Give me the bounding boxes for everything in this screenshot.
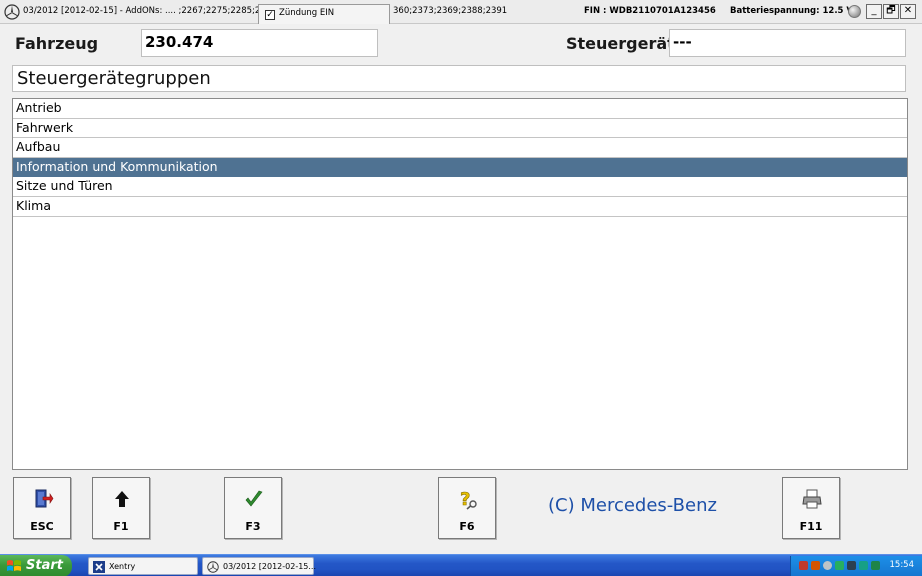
f11-button-label: F11 [799, 520, 823, 533]
minimize-button[interactable]: _ [866, 4, 882, 19]
f1-button-label: F1 [113, 520, 129, 533]
list-item[interactable]: Klima [13, 197, 907, 217]
status-led-icon [848, 5, 861, 18]
fahrzeug-label: Fahrzeug [15, 34, 99, 53]
list-item[interactable]: Fahrwerk [13, 119, 907, 139]
steuergeraet-field: --- [669, 29, 906, 57]
connection-icon[interactable] [871, 561, 880, 570]
battery-voltage: Batteriespannung: 12.5 V [730, 6, 854, 16]
f1-button[interactable]: F1 [92, 477, 150, 539]
copyright-text: (C) Mercedes-Benz [548, 495, 717, 516]
arrow-up-icon [115, 491, 129, 507]
xentry-app-icon [93, 561, 105, 573]
clock: 15:54 [889, 560, 915, 570]
steuergeraetegruppen-list: Antrieb Fahrwerk Aufbau Information und … [12, 98, 908, 470]
window-title: 03/2012 [2012-02-15] - AddONs: .... ;226… [23, 6, 261, 16]
fin-display: FIN : WDB2110701A123456 [584, 6, 716, 16]
f11-button[interactable]: F11 [782, 477, 840, 539]
security-icon[interactable] [847, 561, 856, 570]
battery-tray-icon[interactable] [859, 561, 868, 570]
antivirus-icon[interactable] [811, 561, 820, 570]
task-label: 03/2012 [2012-02-15... [223, 562, 317, 571]
title-bar: 03/2012 [2012-02-15] - AddONs: .... ;226… [0, 0, 922, 24]
help-key-icon: ? [460, 489, 477, 510]
steuergeraet-label: Steuergerät [566, 34, 675, 53]
fahrzeug-field: 230.474 [141, 29, 378, 57]
checkmark-icon [245, 490, 263, 507]
zuendung-checkbox[interactable]: ✓ Zündung EIN [258, 4, 390, 24]
zuendung-label: Zündung EIN [279, 8, 335, 18]
taskbar-item-window[interactable]: 03/2012 [2012-02-15... [202, 557, 317, 575]
checkbox-checked-icon: ✓ [265, 10, 275, 20]
esc-button[interactable]: ESC [13, 477, 71, 539]
list-item[interactable]: Sitze und Türen [13, 177, 907, 197]
windows-logo-icon [7, 560, 21, 571]
mercedes-star-icon [4, 4, 20, 20]
taskbar: Start Xentry 03/2012 [2012-02-15... 15:5… [0, 554, 922, 576]
list-item[interactable]: Information und Kommunikation [13, 157, 907, 178]
exit-door-icon [35, 489, 54, 508]
system-tray: 15:54 [790, 556, 922, 576]
restore-button[interactable]: 🗗 [883, 4, 899, 19]
start-label: Start [26, 558, 63, 573]
list-item[interactable]: Aufbau [13, 138, 907, 158]
mercedes-star-icon [207, 561, 219, 573]
taskbar-item-xentry[interactable]: Xentry [88, 557, 198, 575]
f6-button[interactable]: ? F6 [438, 477, 496, 539]
shield-icon[interactable] [823, 561, 832, 570]
f3-button[interactable]: F3 [224, 477, 282, 539]
printer-icon [802, 489, 822, 509]
addon-codes: 360;2373;2369;2388;2391 [393, 6, 508, 16]
task-label: Xentry [109, 562, 136, 571]
start-button[interactable]: Start [0, 555, 72, 576]
f6-button-label: F6 [459, 520, 475, 533]
update-icon[interactable] [835, 561, 844, 570]
group-title: Steuergerätegruppen [12, 65, 906, 92]
close-button[interactable]: ✕ [900, 4, 916, 19]
f3-button-label: F3 [245, 520, 261, 533]
list-item[interactable]: Antrieb [13, 99, 907, 119]
esc-button-label: ESC [30, 520, 54, 533]
network-icon[interactable] [799, 561, 808, 570]
